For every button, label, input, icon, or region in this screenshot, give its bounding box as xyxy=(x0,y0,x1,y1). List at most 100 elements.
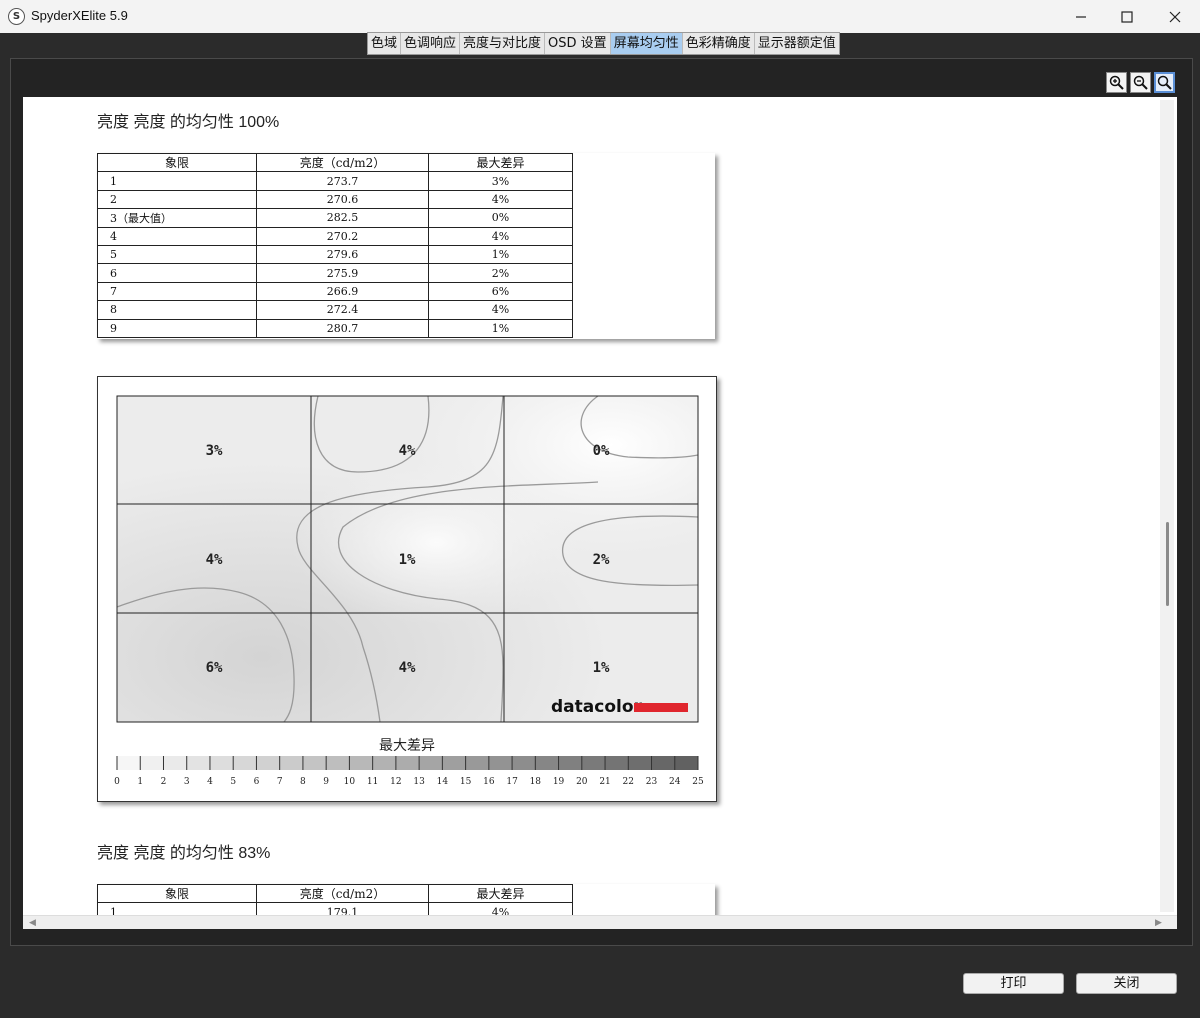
scale-swatch xyxy=(605,756,629,770)
print-button[interactable]: 打印 xyxy=(963,973,1064,994)
scale-label: 7 xyxy=(277,777,283,787)
scale-swatch xyxy=(628,756,652,770)
scale-swatch xyxy=(558,756,582,770)
scale-label: 12 xyxy=(390,777,401,787)
table-row: 8 272.4 4% xyxy=(97,300,573,320)
scale-swatch xyxy=(163,756,187,770)
vertical-scrollbar[interactable] xyxy=(1160,100,1174,912)
max-diff-cell: 6% xyxy=(428,281,573,302)
maximize-button[interactable] xyxy=(1104,0,1150,33)
vertical-scroll-thumb[interactable] xyxy=(1166,522,1169,606)
title-bar: S SpyderXElite 5.9 xyxy=(0,0,1200,33)
scale-swatch xyxy=(581,756,606,770)
luminance-cell: 266.9 xyxy=(256,281,429,302)
luminance-cell: 279.6 xyxy=(256,244,429,265)
table-row: 1 179.1 4% xyxy=(97,902,573,915)
scale-label: 14 xyxy=(437,777,449,787)
quadrant-value: 1% xyxy=(593,660,610,676)
close-button[interactable]: 关闭 xyxy=(1076,973,1177,994)
close-icon xyxy=(1169,11,1181,22)
quadrant-cell: 7 xyxy=(97,281,257,302)
scale-label: 13 xyxy=(413,777,425,787)
scale-label: 3 xyxy=(184,777,190,787)
luminance-cell: 179.1 xyxy=(256,902,429,915)
zoom-in-button[interactable] xyxy=(1106,72,1127,93)
scale-swatch xyxy=(233,756,257,770)
scale-label: 8 xyxy=(300,777,306,787)
scale-swatch xyxy=(279,756,303,770)
scale-swatch xyxy=(465,756,489,770)
tab-color-accuracy[interactable]: 色彩精确度 xyxy=(683,33,755,54)
scale-label: 2 xyxy=(161,777,167,787)
table-body: 1 273.7 3% 2 270.6 4% 3（最大值） 282.5 0% 4 270.2 4% 5 27… xyxy=(97,171,573,338)
column-header-max-diff: 最大差异 xyxy=(428,152,573,173)
table-row: 6 275.9 2% xyxy=(97,263,573,283)
table-body: 1 179.1 4% xyxy=(97,902,573,915)
zoom-in-icon xyxy=(1109,75,1124,90)
table-row: 2 270.6 4% xyxy=(97,189,573,210)
scale-swatch xyxy=(395,756,420,770)
window-title: SpyderXElite 5.9 xyxy=(31,8,128,23)
tab-gamut[interactable]: 色域 xyxy=(368,33,402,54)
scale-swatch xyxy=(186,756,210,770)
scroll-left-icon[interactable]: ◀ xyxy=(29,916,36,930)
scale-label: 5 xyxy=(230,777,236,787)
quadrant-cell: 6 xyxy=(97,263,257,283)
scale-label: 16 xyxy=(483,777,495,787)
scale-label: 10 xyxy=(344,777,356,787)
max-diff-cell: 0% xyxy=(428,208,573,228)
zoom-fit-button[interactable] xyxy=(1154,72,1175,93)
scale-label: 11 xyxy=(367,777,378,787)
table-row: 1 273.7 3% xyxy=(97,171,573,191)
tab-tone-response[interactable]: 色调响应 xyxy=(401,33,461,54)
scale-label: 22 xyxy=(623,777,634,787)
datacolor-logo: datacolor xyxy=(551,697,643,717)
zoom-toolbar xyxy=(1106,72,1175,93)
maximize-icon xyxy=(1121,10,1133,23)
column-header-max-diff: 最大差异 xyxy=(428,883,573,904)
quadrant-value: 4% xyxy=(399,660,416,676)
tab-osd-settings[interactable]: OSD 设置 xyxy=(545,33,611,54)
zoom-out-button[interactable] xyxy=(1130,72,1151,93)
minimize-button[interactable] xyxy=(1058,0,1104,33)
luminance-cell: 282.5 xyxy=(256,208,429,228)
scale-label: 15 xyxy=(460,777,472,787)
report-page: 亮度 亮度 的均匀性 100% 象限 亮度（cd/m2） 最大差异 1 273.7… xyxy=(23,97,1177,915)
scale-label: 4 xyxy=(207,777,213,787)
table-row: 7 266.9 6% xyxy=(97,281,573,302)
scale-swatch xyxy=(372,756,396,770)
scroll-right-icon[interactable]: ▶ xyxy=(1155,916,1162,930)
quadrant-value: 6% xyxy=(206,660,223,676)
scale-label: 24 xyxy=(669,777,681,787)
quadrant-value: 1% xyxy=(399,552,416,568)
scale-swatch xyxy=(302,756,327,770)
column-header-quadrant: 象限 xyxy=(97,152,257,173)
scale-swatch xyxy=(512,756,536,770)
quadrant-value: 4% xyxy=(399,443,416,459)
scale-swatch xyxy=(117,756,141,770)
zoom-out-icon xyxy=(1133,75,1148,90)
tab-brightness-contrast[interactable]: 亮度与对比度 xyxy=(460,33,546,54)
table-header-row: 象限 亮度（cd/m2） 最大差异 xyxy=(97,883,573,904)
max-diff-cell: 4% xyxy=(428,189,573,210)
horizontal-scrollbar[interactable]: ◀ ▶ xyxy=(23,915,1177,929)
max-diff-cell: 4% xyxy=(428,902,573,915)
scale-label: 18 xyxy=(530,777,542,787)
scale-label: 0 xyxy=(114,777,120,787)
scale-label: 1 xyxy=(137,777,143,787)
table-row: 3（最大值） 282.5 0% xyxy=(97,208,573,228)
uniformity-map: 3% 4% 0% 4% 1% 2% 6% 4% 1% datacolor 最大差异 012345… xyxy=(97,376,717,802)
close-window-button[interactable] xyxy=(1152,0,1198,33)
scale-swatch xyxy=(488,756,513,770)
uniformity-map-svg: 3% 4% 0%4% 1% 2%6% 4% 1% datacolor 最大差异 012345… xyxy=(114,395,704,787)
scale-label: 20 xyxy=(576,777,588,787)
tab-monitor-rating[interactable]: 显示器额定值 xyxy=(755,33,839,54)
tab-screen-uniformity[interactable]: 屏幕均匀性 xyxy=(610,33,683,54)
luminance-cell: 273.7 xyxy=(256,171,429,191)
zoom-fit-icon xyxy=(1157,75,1172,90)
scale-swatch xyxy=(651,756,675,770)
scale-label: 6 xyxy=(254,777,260,787)
column-header-quadrant: 象限 xyxy=(97,883,257,904)
scale-swatch xyxy=(140,756,164,770)
quadrant-cell: 9 xyxy=(97,318,257,338)
